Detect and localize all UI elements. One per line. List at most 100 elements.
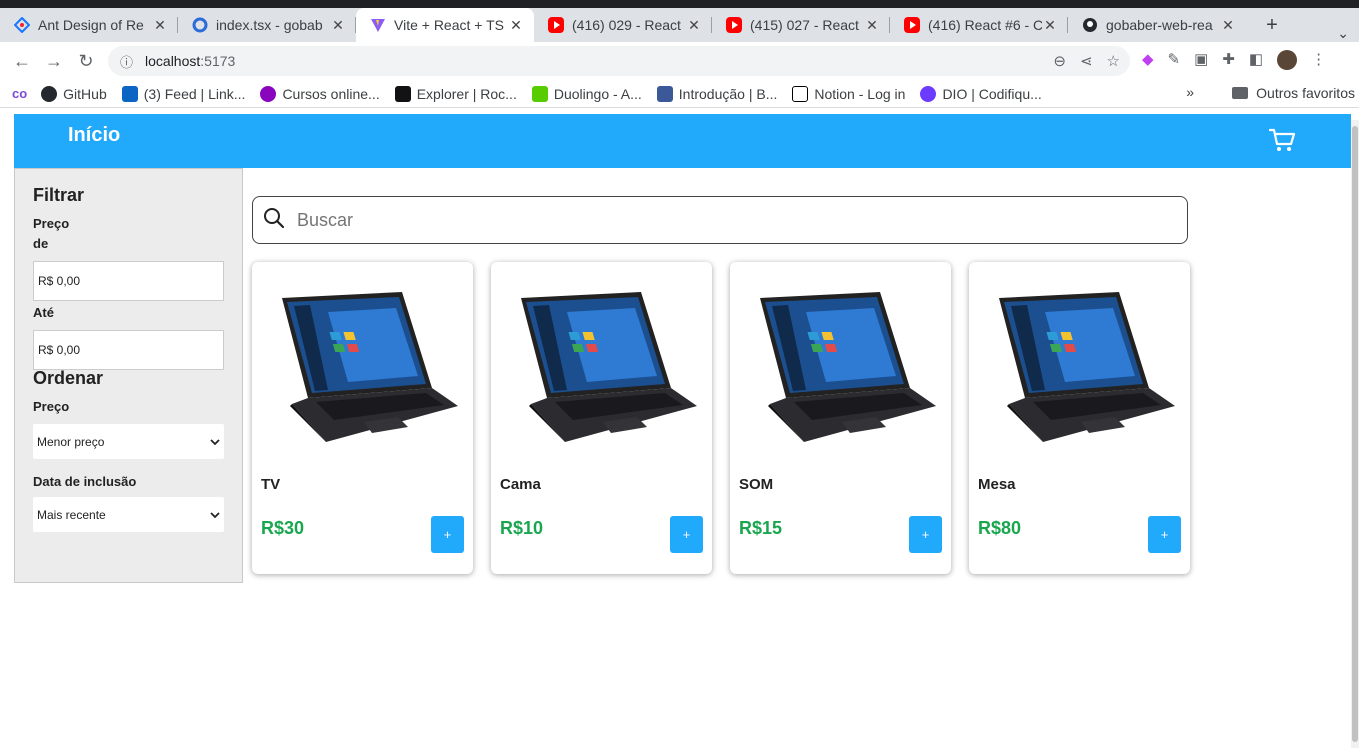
product-price: R$15 <box>739 518 783 538</box>
github-icon <box>41 85 58 102</box>
date-label: Data de inclusão <box>33 474 137 489</box>
filter-sidebar: Filtrar Preço de R$ 0,00 Até R$ 0,00 Ord… <box>14 168 243 583</box>
bookmark-item[interactable]: Notion - Log in <box>792 85 906 102</box>
home-link[interactable]: Início <box>68 124 120 147</box>
bookmark-item[interactable]: Introdução | B... <box>656 85 778 102</box>
to-label: Até <box>33 305 54 320</box>
duolingo-icon <box>531 85 548 102</box>
tab-youtube-029[interactable]: (416) 029 - React ✕ <box>534 8 712 42</box>
search-icon <box>263 207 285 234</box>
add-to-cart-button[interactable]: + <box>909 516 942 553</box>
bookmark-item[interactable]: Duolingo - A... <box>531 85 642 102</box>
bookmark-label: Notion - Log in <box>814 85 906 102</box>
close-icon[interactable]: ✕ <box>686 17 702 34</box>
bookmark-label: Duolingo - A... <box>553 85 642 102</box>
reload-icon[interactable]: ↻ <box>70 51 102 72</box>
tab-title: Ant Design of Re <box>38 17 144 33</box>
laptop-image <box>268 292 460 444</box>
extension-icon[interactable]: ◆ <box>1142 50 1154 70</box>
forward-icon[interactable]: → <box>38 51 70 72</box>
close-icon[interactable]: ✕ <box>864 17 880 34</box>
tab-search-chevron-icon[interactable]: ⌄ <box>1337 25 1349 42</box>
avatar[interactable] <box>1277 50 1298 70</box>
bookmark-item[interactable]: DIO | Codifiqu... <box>920 85 1042 102</box>
zoom-icon[interactable]: ⊖ <box>1053 52 1066 70</box>
bookmarks-overflow-button[interactable]: » <box>1186 84 1194 100</box>
product-card: TV R$30 + <box>252 262 473 574</box>
youtube-icon <box>548 17 564 33</box>
bookmark-star-icon[interactable]: ☆ <box>1107 52 1120 70</box>
screenshot-icon[interactable]: ▣ <box>1194 50 1208 70</box>
tab-youtube-027[interactable]: (415) 027 - React ✕ <box>712 8 890 42</box>
from-label: de <box>33 236 49 251</box>
linkedin-icon <box>121 85 138 102</box>
product-price: R$10 <box>500 518 544 538</box>
bookmark-item[interactable]: (3) Feed | Link... <box>121 85 245 102</box>
rocketseat-icon <box>394 85 411 102</box>
bookmark-label: DIO | Codifiqu... <box>942 85 1042 102</box>
sort-price-value: Menor preço <box>37 434 105 449</box>
bookmark-item[interactable]: Explorer | Roc... <box>394 85 517 102</box>
close-icon[interactable]: ✕ <box>1220 17 1236 34</box>
menu-icon[interactable]: ⋮ <box>1311 50 1326 70</box>
product-card: Mesa R$80 + <box>969 262 1190 574</box>
dio-icon <box>920 85 937 102</box>
youtube-icon <box>904 17 920 33</box>
close-icon[interactable]: ✕ <box>152 17 168 34</box>
tab-youtube-react6[interactable]: (416) React #6 - C ✕ <box>890 8 1068 42</box>
tab-index-tsx[interactable]: index.tsx - gobab ✕ <box>178 8 356 42</box>
apps-icon[interactable]: co <box>12 86 27 101</box>
extensions-area: ◆ ✎ ▣ ✚ ◧ ⋮ <box>1142 50 1326 70</box>
tab-bar: Ant Design of Re ✕ index.tsx - gobab ✕ V… <box>0 8 1359 42</box>
ant-design-icon <box>13 16 31 34</box>
alura-icon <box>260 85 277 102</box>
close-icon[interactable]: ✕ <box>330 17 346 34</box>
eyedropper-icon[interactable]: ✎ <box>1168 50 1181 70</box>
bookmark-item[interactable]: Cursos online... <box>260 85 380 102</box>
laptop-image <box>985 292 1177 444</box>
other-bookmarks-label: Outros favoritos <box>1256 85 1355 101</box>
tab-ant-design[interactable]: Ant Design of Re ✕ <box>0 8 178 42</box>
puzzle-icon[interactable]: ✚ <box>1222 50 1235 70</box>
tab-gobaber-web[interactable]: gobaber-web-rea ✕ <box>1068 8 1246 42</box>
sort-date-value: Mais recente <box>37 507 106 522</box>
cart-icon[interactable] <box>1268 126 1297 154</box>
github-icon <box>1082 17 1098 33</box>
product-card: Cama R$10 + <box>491 262 712 574</box>
site-info-icon[interactable]: ⓘ <box>120 52 133 71</box>
price-from-input[interactable]: R$ 0,00 <box>33 261 224 301</box>
product-price: R$30 <box>261 518 305 538</box>
close-icon[interactable]: ✕ <box>508 17 524 34</box>
tab-title: (415) 027 - React <box>750 17 859 33</box>
youtube-icon <box>726 17 742 33</box>
scrollbar-thumb[interactable] <box>1352 126 1358 742</box>
side-panel-icon[interactable]: ◧ <box>1249 50 1263 70</box>
tab-vite-react[interactable]: Vite + React + TS ✕ <box>356 8 534 42</box>
sort-price-select[interactable]: Menor preço <box>33 424 224 459</box>
page-viewport: Início Filtrar Preço de R$ 0,00 Até R$ 0… <box>0 108 1359 748</box>
chevron-down-icon <box>210 508 220 522</box>
new-tab-button[interactable]: + <box>1258 14 1286 37</box>
sort-date-select[interactable]: Mais recente <box>33 497 224 532</box>
laptop-image <box>746 292 938 444</box>
app-header: Início <box>14 114 1351 168</box>
bookmark-label: Cursos online... <box>282 85 380 102</box>
price-label: Preço <box>33 216 70 231</box>
docs-icon <box>656 85 673 102</box>
share-icon[interactable]: ⋖ <box>1080 52 1093 70</box>
product-name: SOM <box>739 476 774 493</box>
add-to-cart-button[interactable]: + <box>431 516 464 553</box>
close-icon[interactable]: ✕ <box>1042 17 1058 34</box>
address-bar[interactable]: ⓘ localhost:5173 ⊖ ⋖ ☆ <box>108 46 1130 76</box>
search-input[interactable]: Buscar <box>252 196 1188 244</box>
page-scrollbar[interactable] <box>1351 120 1359 748</box>
bookmark-item[interactable]: GitHub <box>41 85 107 102</box>
price-to-input[interactable]: R$ 0,00 <box>33 330 224 370</box>
bookmark-label: Introdução | B... <box>678 85 778 102</box>
add-to-cart-button[interactable]: + <box>670 516 703 553</box>
other-bookmarks-folder[interactable]: Outros favoritos <box>1232 85 1355 101</box>
add-to-cart-button[interactable]: + <box>1148 516 1181 553</box>
main-content: Buscar TV R$30 + Cama R$10 + SOM R$15 + <box>252 196 1190 574</box>
tab-title: Vite + React + TS <box>394 17 504 33</box>
back-icon[interactable]: ← <box>6 51 38 72</box>
